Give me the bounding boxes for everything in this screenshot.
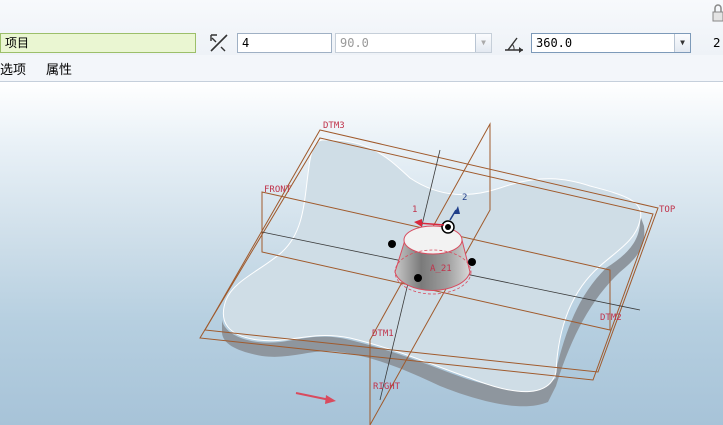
flip-arrow[interactable] <box>295 392 331 401</box>
label-axis: A_21 <box>430 264 452 274</box>
dimension-label-2: 2 <box>462 193 467 203</box>
label-front: FRONT <box>264 185 292 195</box>
drag-handle[interactable] <box>414 274 422 282</box>
chevron-down-icon: ▼ <box>475 34 491 52</box>
tab-options[interactable]: 选项 <box>0 59 26 78</box>
chevron-down-icon[interactable]: ▼ <box>674 34 690 52</box>
arrow-head-icon <box>325 395 336 404</box>
label-right: RIGHT <box>373 382 401 392</box>
drag-handle[interactable] <box>468 258 476 266</box>
label-dtm2: DTM2 <box>600 313 622 323</box>
selection-collector-field[interactable]: 项目 <box>0 33 196 53</box>
depth-option-icon[interactable] <box>208 32 230 54</box>
label-dtm3: DTM3 <box>323 121 345 131</box>
model-view[interactable]: DTM3 FRONT TOP DTM2 DTM1 RIGHT A_21 1 2 <box>0 82 723 425</box>
dashboard-toolbar: 项目 4 90.0 ▼ 360.0 ▼ 2 <box>0 0 723 55</box>
depth-value-input[interactable]: 4 <box>237 33 332 53</box>
dimension-label-1: 1 <box>412 205 417 215</box>
label-dtm1: DTM1 <box>372 329 394 339</box>
revolve-angle-icon[interactable] <box>502 32 526 54</box>
lock-icon[interactable] <box>710 3 723 25</box>
angle-dropdown: 90.0 ▼ <box>335 33 492 53</box>
revolve-cone-feature <box>394 225 472 295</box>
label-top: TOP <box>659 205 676 215</box>
revolve-angle-value: 360.0 <box>536 36 573 50</box>
right-edge-value: 2 <box>713 36 721 50</box>
graphics-viewport[interactable]: DTM3 FRONT TOP DTM2 DTM1 RIGHT A_21 1 2 <box>0 82 723 425</box>
angle-dropdown-value: 90.0 <box>340 36 369 50</box>
tab-properties[interactable]: 属性 <box>46 59 72 78</box>
dashboard-tab-bar <box>0 55 723 82</box>
drag-handle[interactable] <box>388 240 396 248</box>
drag-handle-center <box>445 224 451 230</box>
revolve-angle-dropdown[interactable]: 360.0 ▼ <box>531 33 691 53</box>
